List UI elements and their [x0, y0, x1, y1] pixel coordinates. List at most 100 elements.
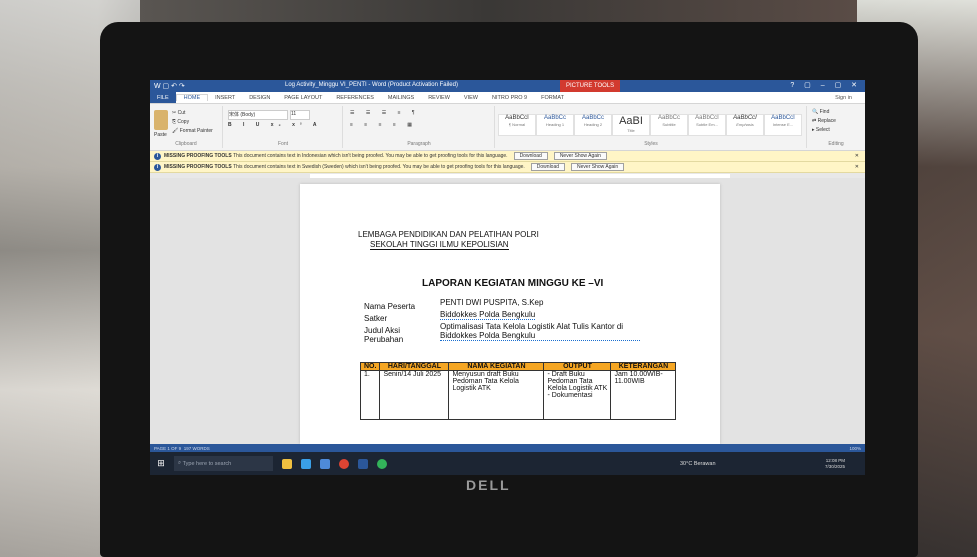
table-row: 1. Senin/14 Juli 2025 Menyusun draft Buk… [359, 370, 677, 420]
field-value: Optimalisasi Tata Kelola Logistik Alat T… [440, 322, 640, 341]
store-icon[interactable] [320, 458, 330, 469]
search-placeholder: Type here to search [182, 460, 232, 467]
download-button[interactable]: Download [530, 163, 566, 171]
cell-note: Jam 10.00WIB-11.00WIB [610, 370, 677, 420]
field-label: Judul Aksi Perubahan [364, 326, 404, 344]
edge-icon[interactable] [301, 458, 311, 469]
select-button[interactable]: ▸ Select [812, 127, 830, 133]
font-format-buttons[interactable]: B I U x₂ x² A [228, 122, 321, 128]
col-no: NO. [359, 362, 381, 371]
institution-line-1: LEMBAGA PENDIDIKAN DAN PELATIHAN POLRI [358, 230, 539, 239]
tab-design[interactable]: DESIGN [242, 95, 277, 101]
styles-group: AaBbCcI ¶ Normal AaBbCc Heading 1 AaBbCc He… [496, 106, 807, 148]
tab-page-layout[interactable]: PAGE LAYOUT [277, 95, 329, 101]
tab-format[interactable]: FORMAT [534, 95, 571, 101]
tab-nitro-pro[interactable]: NITRO PRO 9 [485, 95, 534, 101]
message-title: MISSING PROOFING TOOLS [164, 153, 232, 159]
replace-button[interactable]: ⇄ Replace [812, 118, 836, 124]
style-heading-2[interactable]: AaBbCc Heading 2 [574, 114, 612, 136]
word-count[interactable]: 197 WORDS [184, 446, 210, 451]
sign-in-link[interactable]: Sign in [828, 95, 859, 101]
col-activity: NAMA KEGIATAN [448, 362, 545, 371]
system-clock[interactable]: 12:08 PM 7/30/2025 [825, 458, 845, 470]
info-icon: i [154, 163, 161, 171]
col-date: HARI/TANGGAL [379, 362, 450, 371]
document-page[interactable]: LEMBAGA PENDIDIKAN DAN PELATIHAN POLRI S… [300, 184, 720, 444]
style-subtle-emphasis[interactable]: AaBbCcI Subtle Em... [688, 114, 726, 136]
style-sample: AaBbCc [581, 115, 604, 121]
close-icon[interactable]: ✕ [855, 153, 859, 159]
font-group: 宋体 (Body) 11 B I U x₂ x² A Font [224, 106, 343, 148]
alignment-buttons[interactable]: ≡ ≡ ≡ ≡ ▦ [350, 122, 417, 128]
close-icon[interactable]: ✕ [855, 164, 859, 170]
never-show-again-button[interactable]: Never Show Again [553, 152, 607, 160]
windows-start-icon[interactable]: ⊞ [154, 452, 168, 475]
table-header-row: NO. HARI/TANGGAL NAMA KEGIATAN OUTPUT KE… [359, 362, 677, 371]
tab-mailings[interactable]: MAILINGS [381, 95, 421, 101]
picture-tools-label: PICTURE TOOLS [560, 80, 621, 92]
cell-output: - Draft Buku Pedoman Tata Kelola Logisti… [543, 370, 612, 420]
tab-home[interactable]: HOME [175, 94, 209, 101]
paragraph-label: Paragraph [407, 141, 431, 147]
ribbon-home: Paste ✂ Cut ⎘ Copy 🖌 Format Painter Clip… [150, 104, 865, 151]
editing-group: 🔍 Find ⇄ Replace ▸ Select Editing [810, 106, 862, 148]
style-sample: AaBbCcI [505, 115, 529, 121]
word-icon[interactable] [358, 458, 368, 469]
style-subtitle[interactable]: AaBbCc Subtitle [650, 114, 688, 136]
style-name: Title [627, 128, 635, 133]
paragraph-buttons[interactable]: ☰ ☰ ☰ ≡ ¶ [350, 110, 420, 116]
clipboard-group: Paste ✂ Cut ⎘ Copy 🖌 Format Painter Clip… [150, 106, 223, 148]
paste-button[interactable]: Paste [154, 132, 167, 138]
activity-table: NO. HARI/TANGGAL NAMA KEGIATAN OUTPUT KE… [359, 362, 677, 420]
taskbar-search[interactable]: ⌕ Type here to search [174, 456, 273, 471]
style-intense-emphasis[interactable]: AaBbCcI Intense E... [764, 114, 802, 136]
copy-button[interactable]: ⎘ Copy [172, 119, 189, 125]
weather-widget[interactable]: 30°C Berawan [680, 461, 716, 467]
tab-insert[interactable]: INSERT [208, 95, 242, 101]
cut-button[interactable]: ✂ Cut [172, 110, 185, 116]
zoom-level[interactable]: 100% [849, 446, 861, 451]
style-name: Subtle Em... [696, 122, 718, 127]
quick-access-toolbar[interactable]: W ▢ ↶ ↷ [154, 82, 185, 90]
style-emphasis[interactable]: AaBbCcI Emphasis [726, 114, 764, 136]
col-note: KETERANGAN [610, 362, 677, 371]
chrome-icon[interactable] [339, 458, 349, 469]
download-button[interactable]: Download [513, 152, 548, 160]
message-text: This document contains text in Swedish (… [233, 164, 525, 170]
copy-label: Copy [177, 119, 190, 125]
font-size-select[interactable]: 11 [290, 110, 310, 120]
font-name-select[interactable]: 宋体 (Body) [228, 110, 288, 120]
document-area[interactable]: LEMBAGA PENDIDIKAN DAN PELATIHAN POLRI S… [150, 178, 865, 444]
message-bar-indonesian: i MISSING PROOFING TOOLS This document c… [150, 151, 865, 162]
tab-review[interactable]: REVIEW [421, 95, 457, 101]
format-painter-label: Format Painter [179, 128, 213, 134]
style-sample: AaBbCc [543, 115, 566, 121]
style-name: Heading 1 [545, 122, 565, 127]
replace-label: Replace [817, 118, 836, 124]
message-bar-swedish: i MISSING PROOFING TOOLS This document c… [150, 162, 865, 173]
format-painter-button[interactable]: 🖌 Format Painter [172, 128, 213, 134]
clipboard-label: Clipboard [175, 141, 197, 147]
editing-label: Editing [828, 141, 844, 147]
institution-line-2: SEKOLAH TINGGI ILMU KEPOLISIAN [370, 240, 509, 250]
style-heading-1[interactable]: AaBbCc Heading 1 [536, 114, 574, 136]
page-count[interactable]: PAGE 1 OF 9 [154, 446, 181, 451]
cell-no: 1. [359, 370, 381, 420]
style-sample: AaBbCcI [733, 115, 757, 121]
style-normal[interactable]: AaBbCcI ¶ Normal [498, 114, 536, 136]
message-text: This document contains text in Indonesia… [233, 153, 508, 159]
style-name: Subtitle [662, 122, 676, 127]
style-title[interactable]: AaBI Title [612, 114, 650, 136]
whatsapp-icon[interactable] [377, 458, 387, 469]
tab-references[interactable]: REFERENCES [329, 95, 381, 101]
tab-view[interactable]: VIEW [457, 95, 485, 101]
paste-icon[interactable] [154, 110, 168, 130]
file-explorer-icon[interactable] [282, 458, 292, 469]
tab-file[interactable]: FILE [150, 92, 176, 103]
window-controls[interactable]: ? ▢ – ▢ ✕ [790, 81, 861, 89]
word-title-bar: W ▢ ↶ ↷ Log Activity_Minggu VI_PENTI - W… [150, 80, 865, 92]
find-button[interactable]: 🔍 Find [812, 109, 829, 115]
style-sample: AaBbCc [657, 115, 680, 121]
cell-date: Senin/14 Juli 2025 [379, 370, 450, 420]
never-show-again-button[interactable]: Never Show Again [571, 163, 625, 171]
